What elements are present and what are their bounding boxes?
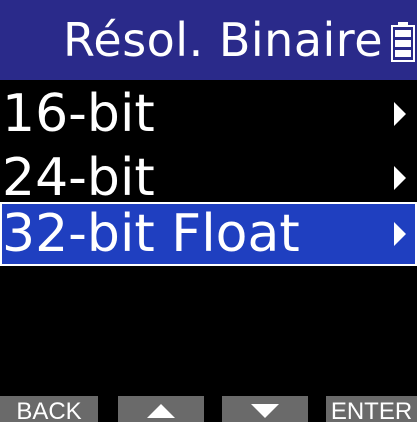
menu-item-label: 32-bit Float (2, 204, 300, 264)
back-button-label: BACK (16, 398, 82, 422)
chevron-right-icon (394, 166, 406, 190)
menu-item-24-bit[interactable]: 24-bit (0, 146, 417, 210)
battery-icon (391, 22, 415, 62)
up-button[interactable] (118, 396, 204, 422)
chevron-right-icon (394, 102, 406, 126)
page-title: Résol. Binaire (63, 13, 383, 67)
menu-item-label: 24-bit (2, 148, 155, 208)
chevron-right-icon (394, 222, 406, 246)
softkey-bar: BACK ENTER (0, 396, 417, 422)
down-button[interactable] (222, 396, 308, 422)
enter-button-label: ENTER (330, 398, 413, 422)
back-button[interactable]: BACK (0, 396, 98, 422)
triangle-down-icon (251, 404, 279, 418)
header-bar: Résol. Binaire (0, 0, 417, 80)
enter-button[interactable]: ENTER (326, 396, 417, 422)
menu-item-32-bit-float[interactable]: 32-bit Float (0, 202, 417, 266)
triangle-up-icon (147, 404, 175, 418)
menu-item-label: 16-bit (2, 84, 155, 144)
menu-item-16-bit[interactable]: 16-bit (0, 82, 417, 146)
